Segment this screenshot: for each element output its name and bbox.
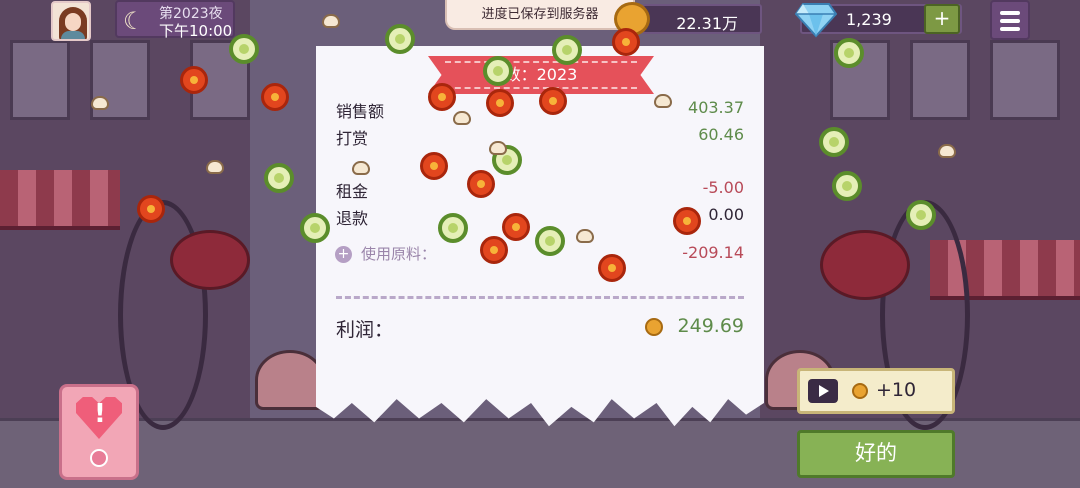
card-button-dot [90,449,108,467]
profit-label: 利润： [336,319,394,341]
pepperoni-icon [261,83,289,111]
rent-value: -5.00 [702,178,744,197]
menu-icon-bar [1000,19,1020,23]
diamond-icon [795,3,837,38]
jalapeno-icon [535,226,565,256]
player-avatar[interactable] [51,1,91,41]
jalapeno-icon [300,213,330,243]
pepperoni-icon [486,89,514,117]
ok-button[interactable]: 好的 [797,430,955,478]
nut-icon [91,96,109,110]
avatar-face [65,13,81,31]
refund-label: 退款 [336,209,369,228]
pepperoni-icon [467,170,495,198]
nut-icon [489,141,507,155]
pepperoni-icon [480,236,508,264]
menu-button[interactable] [990,0,1030,40]
time-label: 下午10:00 [159,22,233,40]
expand-materials-button[interactable]: + [335,246,352,263]
cafe-table [255,350,325,410]
pepperoni-icon [137,195,165,223]
jalapeno-icon [552,35,582,65]
pepperoni-icon [180,66,208,94]
add-gems-button[interactable]: + [924,4,960,34]
pepperoni-icon [420,152,448,180]
receipt-divider [336,296,744,299]
nut-icon [322,14,340,28]
nut-icon [352,161,370,175]
nut-icon [654,94,672,108]
nut-icon [206,160,224,174]
jalapeno-icon [264,163,294,193]
shop-awning [0,170,120,230]
avatar-body [61,31,85,39]
receipt-title: 数：2023 [445,61,637,89]
jalapeno-icon [906,200,936,230]
materials-label[interactable]: 使用原料： [361,243,436,264]
sales-value: 403.37 [688,98,744,117]
menu-icon-bar [1000,27,1020,31]
save-toast: 进度已保存到服务器 [445,0,635,30]
alert-symbol: ! [94,399,106,429]
play-video-icon [808,379,838,403]
pepperoni-icon [598,254,626,282]
rent-label: 租金 [336,182,369,201]
pepperoni-icon [428,83,456,111]
materials-value: -209.14 [682,243,744,262]
refund-value: 0.00 [708,205,744,224]
pepperoni-icon [612,28,640,56]
menu-icon [1000,11,1020,15]
tips-value: 60.46 [698,125,744,144]
pepperoni-icon [673,207,701,235]
nut-icon [453,111,471,125]
jalapeno-icon [229,34,259,64]
watch-ad-bonus-button[interactable]: +10 [797,368,955,414]
pepperoni-icon [502,213,530,241]
night-counter: ☾ 第2023夜 下午10:00 [115,0,235,40]
jalapeno-icon [483,56,513,86]
sales-label: 销售额 [336,102,385,121]
coin-value: 22.31万 [676,14,738,33]
jalapeno-icon [438,213,468,243]
window [10,40,70,120]
nut-icon [576,229,594,243]
rose-decoration [170,230,250,290]
coin-icon [645,318,663,336]
jalapeno-icon [832,171,862,201]
coin-icon [852,383,868,399]
nut-icon [938,144,956,158]
moon-icon: ☾ [123,7,145,35]
jalapeno-icon [819,127,849,157]
window [990,40,1060,120]
customer-alert-card[interactable]: ! [59,384,139,480]
profit-value: 249.69 [677,315,744,337]
pepperoni-icon [539,87,567,115]
gem-value: 1,239 [846,10,892,29]
coin-balance: 22.31万 [642,4,762,34]
ad-reward-label: +10 [876,379,917,401]
tips-label: 打赏 [336,129,369,148]
jalapeno-icon [385,24,415,54]
rose-decoration [820,230,910,300]
jalapeno-icon [834,38,864,68]
window [910,40,970,120]
